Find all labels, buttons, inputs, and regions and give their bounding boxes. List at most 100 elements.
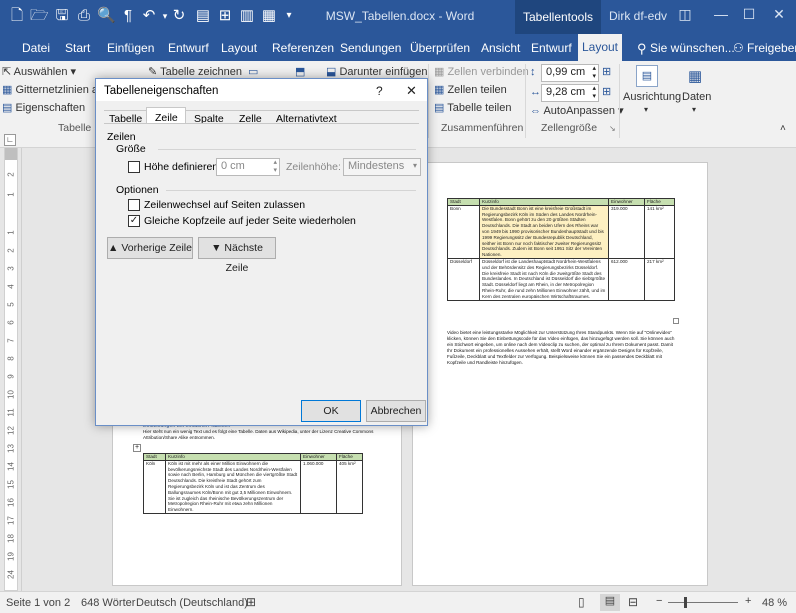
tab-entwurf[interactable]: Entwurf — [168, 41, 209, 55]
table-bonn-duesseldorf[interactable]: Stadt Kurzinfo Einwohner Fläche Bonn Die… — [447, 198, 675, 301]
layout-view-icon[interactable]: ▤ — [194, 8, 212, 24]
web-layout-icon[interactable]: ⊟ — [628, 595, 638, 609]
repeat-header-checkbox[interactable]: ✓ — [128, 215, 140, 227]
read-mode-icon[interactable]: ▯ — [578, 595, 585, 609]
print-icon[interactable]: ⎙ — [75, 8, 93, 24]
table-cell[interactable]: Köln — [143, 459, 166, 514]
alignment-dropdown-icon[interactable]: ▾ — [644, 105, 648, 114]
word-count[interactable]: 648 Wörter — [81, 597, 135, 609]
tab-selector-icon[interactable]: ∟ — [4, 134, 16, 146]
insert-above-icon[interactable]: ⬒ — [295, 65, 305, 78]
tab-datei[interactable]: Datei — [22, 41, 50, 55]
gridlines-button[interactable]: ▦ Gitternetzlinien a — [2, 83, 98, 96]
insert-table-icon[interactable]: ⊞ — [216, 8, 234, 24]
column-width-input[interactable]: 9,28 cm ▴ ▾ — [541, 84, 599, 102]
split-cells-icon: ▦ — [434, 84, 448, 96]
tab-ueberpruefen[interactable]: Überprüfen — [410, 41, 470, 55]
eraser-icon[interactable]: ▭ — [248, 65, 258, 78]
tab-referenzen[interactable]: Referenzen — [272, 41, 334, 55]
table-cell-selected[interactable]: Die Bundesstadt Bonn ist eine kreisfreie… — [479, 204, 609, 259]
macro-record-icon[interactable]: ⊞ — [246, 595, 256, 609]
zoom-level[interactable]: 48 % — [762, 597, 787, 609]
insert-below-button[interactable]: ⬓ Darunter einfügen — [326, 65, 428, 78]
ok-button[interactable]: OK — [301, 400, 361, 422]
data-dropdown-icon[interactable]: ▾ — [692, 105, 696, 114]
distribute-rows-icon[interactable]: ⊞ — [602, 65, 611, 78]
define-height-checkbox[interactable] — [128, 161, 140, 173]
properties-button[interactable]: ▤ Eigenschaften — [2, 101, 85, 114]
height-input[interactable]: 0 cm ▴ ▾ — [216, 158, 280, 176]
tab-table-layout[interactable]: Layout — [578, 34, 622, 61]
tab-table-entwurf[interactable]: Entwurf — [531, 41, 572, 55]
alignment-button[interactable]: Ausrichtung — [623, 91, 681, 103]
table-cell[interactable]: 405 km² — [336, 459, 363, 514]
distribute-columns-icon[interactable]: ⊞ — [602, 85, 611, 98]
data-button[interactable]: Daten — [682, 91, 711, 103]
zoom-in-icon[interactable]: + — [745, 595, 751, 607]
maximize-icon[interactable]: ☐ — [740, 6, 758, 23]
merge-cells-button[interactable]: ▦ Zellen verbinden — [434, 65, 529, 78]
ribbon-display-icon[interactable]: ◫ — [676, 6, 694, 23]
save-icon[interactable]: 🖫 — [53, 8, 71, 24]
zoom-slider[interactable] — [668, 602, 738, 603]
share-button[interactable]: Freigeben — [747, 41, 796, 55]
tab-einfuegen[interactable]: Einfügen — [107, 41, 154, 55]
open-icon[interactable]: 🗁 — [30, 8, 49, 24]
page-indicator[interactable]: Seite 1 von 2 — [6, 597, 70, 609]
split-table-button[interactable]: ▤ Tabelle teilen — [434, 101, 511, 114]
spinner-icon[interactable]: ▴ ▾ — [273, 159, 277, 175]
minimize-icon[interactable]: — — [712, 6, 730, 22]
table-cell[interactable]: Düsseldorf — [447, 257, 480, 301]
gridlines-icon: ▦ — [2, 84, 16, 96]
table-resize-handle[interactable] — [673, 318, 679, 324]
tab-sendungen[interactable]: Sendungen — [340, 41, 401, 55]
triangle-down-icon: ▼ — [211, 242, 225, 254]
print-preview-icon[interactable]: 🔍 — [97, 8, 116, 24]
table-view-icon[interactable]: ▦ — [260, 8, 278, 24]
previous-row-button[interactable]: ▲ Vorherige Zeile — [107, 237, 193, 259]
allow-row-break-checkbox[interactable] — [128, 199, 140, 211]
close-dialog-icon[interactable]: ✕ — [406, 83, 417, 99]
help-button[interactable]: ? — [376, 84, 383, 98]
tab-start[interactable]: Start — [65, 41, 90, 55]
table-cell[interactable]: Köln ist mit mehr als einer Million Einw… — [165, 459, 301, 514]
cancel-button[interactable]: Abbrechen — [366, 400, 426, 422]
row-height-select[interactable]: Mindestens ▾ — [343, 158, 421, 176]
table-cell[interactable]: 141 km² — [644, 204, 675, 259]
spinner-icon[interactable]: ▴ ▾ — [592, 65, 596, 81]
draw-table-button[interactable]: ✎ Tabelle zeichnen — [148, 65, 242, 78]
table-cell[interactable]: 217 km² — [644, 257, 675, 301]
ruler-number: 1 — [6, 230, 16, 235]
split-cells-button[interactable]: ▦ Zellen teilen — [434, 83, 507, 96]
select-button[interactable]: ⇱ Auswählen ▾ — [2, 65, 76, 78]
close-window-icon[interactable]: ✕ — [770, 6, 788, 23]
print-layout-icon[interactable]: ▤ — [600, 594, 620, 611]
tell-me-search[interactable]: Sie wünschen... — [650, 41, 735, 55]
zoom-slider-thumb[interactable] — [684, 597, 687, 608]
next-row-button[interactable]: ▼ Nächste Zeile — [198, 237, 276, 274]
table-cell[interactable]: 319.000 — [608, 204, 645, 259]
user-name[interactable]: Dirk df-edv — [609, 9, 667, 23]
row-height-input[interactable]: 0,99 cm ▴ ▾ — [541, 64, 599, 82]
tab-zeile[interactable]: Zeile — [146, 107, 186, 124]
columns-icon[interactable]: ▥ — [238, 8, 256, 24]
table-move-handle-icon[interactable]: + — [133, 444, 141, 452]
collapse-ribbon-icon[interactable]: ˄ — [780, 123, 786, 134]
table-header-cell: Kurzinfo — [479, 198, 609, 206]
customize-toolbar-icon[interactable]: ▾ — [280, 8, 298, 24]
formatting-marks-icon[interactable]: ¶ — [119, 8, 137, 24]
zoom-out-icon[interactable]: − — [656, 595, 662, 607]
redo-icon[interactable]: ↻ — [170, 8, 188, 24]
table-cell[interactable]: 1.060.000 — [300, 459, 337, 514]
spinner-icon[interactable]: ▴ ▾ — [592, 85, 596, 101]
language[interactable]: Deutsch (Deutschland) — [136, 597, 248, 609]
dialog-launcher-icon[interactable]: ↘ — [609, 124, 616, 133]
autofit-button[interactable]: ⇔ AutoAnpassen ▾ — [530, 104, 624, 117]
tab-ansicht[interactable]: Ansicht — [481, 41, 520, 55]
table-cell[interactable]: Düsseldorf ist die Landeshauptstadt Nord… — [479, 257, 609, 301]
tab-layout[interactable]: Layout — [221, 41, 257, 55]
table-cell[interactable]: 612.000 — [608, 257, 645, 301]
table-cell[interactable]: Bonn — [447, 204, 480, 259]
table-koeln[interactable]: Stadt Kurzinfo Einwohner Fläche Köln Köl… — [143, 453, 363, 514]
table-properties-dialog: Tabelleneigenschaften ? ✕ Tabelle Zeile … — [95, 78, 428, 426]
